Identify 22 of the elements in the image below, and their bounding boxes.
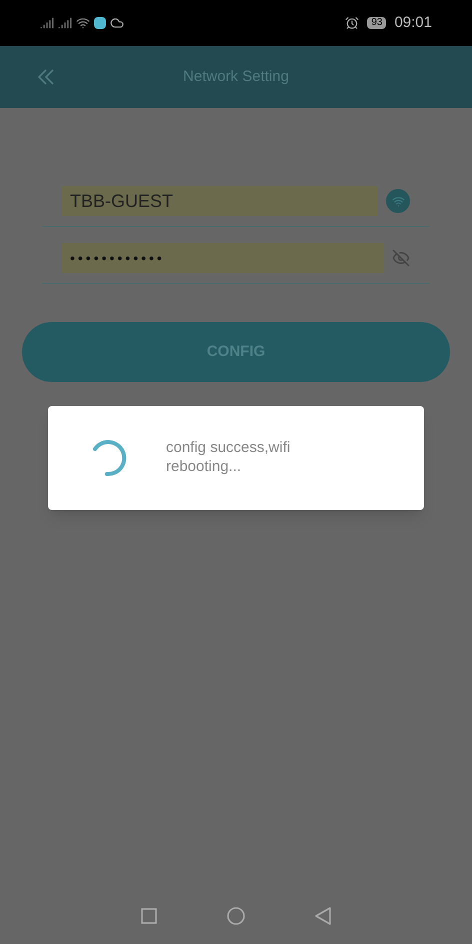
visibility-toggle[interactable] bbox=[392, 249, 410, 267]
ssid-input[interactable]: TBB-GUEST bbox=[62, 186, 378, 216]
alarm-icon bbox=[345, 16, 360, 30]
wifi-button[interactable] bbox=[386, 189, 410, 213]
back-icon[interactable] bbox=[315, 907, 331, 925]
ssid-field[interactable]: TBB-GUEST bbox=[42, 186, 430, 227]
password-field[interactable]: •••••••••••• bbox=[42, 227, 430, 284]
wifi-icon bbox=[76, 16, 90, 30]
wifi-icon bbox=[392, 194, 404, 208]
signal-icon bbox=[58, 16, 72, 30]
recent-apps-icon[interactable] bbox=[141, 908, 157, 924]
cloud-icon bbox=[110, 16, 124, 30]
signal-icon bbox=[40, 16, 54, 30]
home-icon[interactable] bbox=[227, 907, 245, 925]
battery-level: 93 bbox=[367, 16, 386, 30]
double-chevron-left-icon bbox=[36, 67, 56, 87]
password-input[interactable]: •••••••••••• bbox=[62, 243, 384, 273]
back-button[interactable] bbox=[36, 67, 56, 87]
clock-time: 09:01 bbox=[394, 12, 432, 33]
dialog-message: config success,wifi rebooting... bbox=[166, 439, 292, 477]
eye-off-icon bbox=[392, 249, 410, 267]
app-icon bbox=[94, 17, 106, 29]
